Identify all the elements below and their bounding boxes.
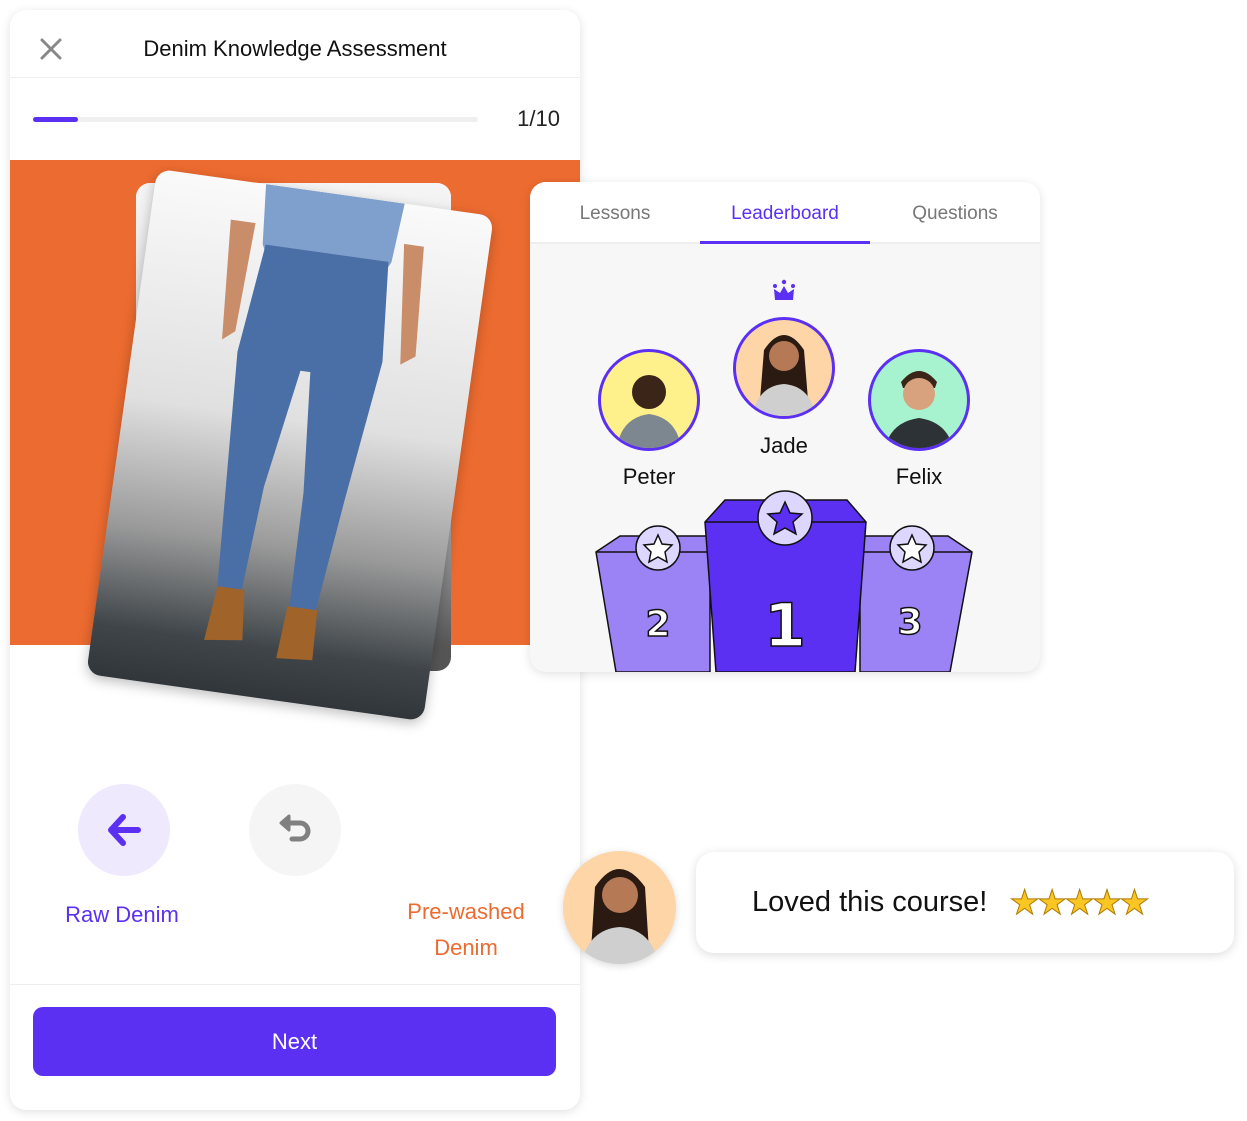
star-badge — [757, 490, 813, 546]
reviewer-avatar — [563, 851, 676, 964]
previous-button[interactable] — [78, 784, 170, 876]
progress-bar — [33, 117, 478, 122]
review-bubble: Loved this course! ★★★★★ — [696, 852, 1234, 953]
review-text: Loved this course! — [752, 886, 988, 918]
progress-count: 1/10 — [517, 106, 560, 131]
option-pre-washed-denim[interactable]: Pre-washed Denim — [390, 894, 542, 966]
rank-label: 1 — [764, 591, 806, 661]
jeans-illustration — [204, 184, 424, 661]
quiz-card: Denim Knowledge Assessment 1/10 Raw Deni… — [10, 10, 580, 1110]
progress-fill — [33, 117, 78, 122]
divider — [10, 984, 580, 985]
divider — [10, 77, 580, 78]
arrow-left-icon — [108, 814, 141, 846]
avatar-peter — [598, 349, 700, 451]
leaderboard-card: Lessons Leaderboard Questions Peter Jade… — [530, 182, 1040, 672]
denim-photo-card[interactable] — [86, 168, 494, 722]
tab-lessons[interactable]: Lessons — [530, 182, 700, 242]
next-button[interactable]: Next — [33, 1007, 556, 1076]
undo-button[interactable] — [249, 784, 341, 876]
avatar-felix — [868, 349, 970, 451]
star-rating-icon: ★★★★★ — [1009, 883, 1150, 922]
rank-label: 3 — [897, 602, 922, 643]
rank-label: 2 — [645, 604, 670, 645]
undo-icon — [279, 814, 311, 842]
tab-questions[interactable]: Questions — [870, 182, 1040, 242]
star-badge — [889, 525, 935, 571]
option-raw-denim[interactable]: Raw Denim — [50, 902, 194, 928]
tab-bar: Lessons Leaderboard Questions — [530, 182, 1040, 244]
avatar-jade — [733, 317, 835, 419]
tab-leaderboard[interactable]: Leaderboard — [700, 182, 870, 244]
podium: 2 1 3 — [595, 490, 973, 672]
crown-icon — [773, 279, 795, 300]
star-badge — [635, 525, 681, 571]
page-title: Denim Knowledge Assessment — [143, 36, 447, 61]
player-name: Jade — [760, 433, 808, 458]
